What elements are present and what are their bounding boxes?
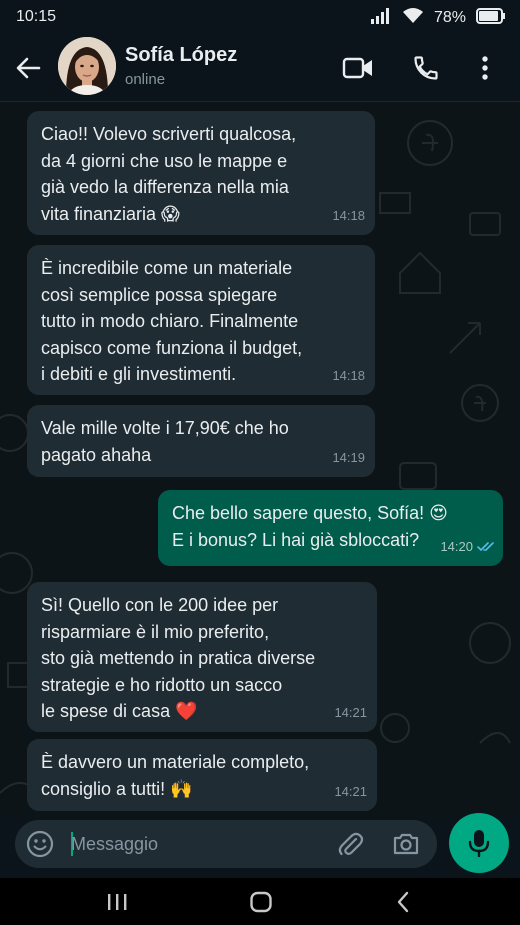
chevron-left-icon [397, 891, 409, 913]
recents-icon [108, 894, 127, 910]
message-bubble-outgoing[interactable]: Che bello sapere questo, Sofía! 😍 E i bo… [158, 490, 503, 566]
microphone-icon [468, 830, 490, 857]
recent-apps-button[interactable] [102, 888, 132, 916]
message-bubble-incoming[interactable]: È incredibile come un materiale così sem… [27, 245, 375, 395]
message-bubble-incoming[interactable]: Vale mille volte i 17,90€ che ho pagato … [27, 405, 375, 477]
message-composer [15, 820, 437, 868]
message-text: È davvero un materiale completo, consigl… [41, 752, 310, 799]
contact-status: online [125, 71, 166, 88]
message-time: 14:21 [334, 704, 367, 720]
message-bubble-incoming[interactable]: È davvero un materiale completo, consigl… [27, 739, 377, 811]
voice-message-button[interactable] [449, 813, 509, 873]
status-indicators: 78% [370, 7, 506, 29]
message-text: È incredibile come un materiale così sem… [41, 258, 303, 384]
message-time: 14:20 [440, 538, 473, 554]
message-time: 14:18 [332, 367, 365, 383]
paperclip-icon [338, 832, 364, 856]
emoji-button[interactable] [25, 829, 55, 859]
more-options-button[interactable] [467, 50, 503, 86]
video-call-button[interactable] [340, 50, 376, 86]
camera-button[interactable] [391, 829, 421, 859]
system-navigation-bar [0, 878, 520, 925]
kebab-menu-icon [482, 56, 488, 80]
back-button[interactable] [12, 52, 44, 84]
attach-button[interactable] [335, 829, 365, 859]
phone-icon [414, 56, 438, 80]
voice-call-button[interactable] [408, 50, 444, 86]
status-time: 10:15 [16, 8, 57, 25]
chat-header: Sofía López online [0, 34, 520, 102]
battery-percent: 78% [433, 9, 466, 26]
wifi-icon [402, 7, 424, 29]
message-time: 14:18 [332, 207, 365, 223]
home-icon [250, 891, 272, 913]
battery-icon [476, 7, 506, 29]
status-bar: 10:15 78% [0, 0, 520, 34]
camera-icon [393, 833, 419, 855]
chat-area[interactable]: Ciao!! Volevo scriverti qualcosa, da 4 g… [0, 103, 520, 818]
message-text: Sì! Quello con le 200 idee per risparmia… [41, 595, 316, 721]
signal-icon [370, 7, 392, 29]
smiley-icon [26, 830, 54, 858]
message-time: 14:19 [332, 449, 365, 465]
contact-name[interactable]: Sofía López [125, 44, 237, 67]
message-time: 14:21 [334, 783, 367, 799]
message-text: Ciao!! Volevo scriverti qualcosa, da 4 g… [41, 124, 297, 224]
message-input[interactable] [71, 828, 321, 860]
arrow-left-icon [16, 57, 41, 79]
message-bubble-incoming[interactable]: Sì! Quello con le 200 idee per risparmia… [27, 582, 377, 732]
avatar[interactable] [58, 37, 116, 95]
message-text: Vale mille volte i 17,90€ che ho pagato … [41, 418, 289, 465]
system-back-button[interactable] [388, 888, 418, 916]
home-button[interactable] [246, 888, 276, 916]
message-bubble-incoming[interactable]: Ciao!! Volevo scriverti qualcosa, da 4 g… [27, 111, 375, 235]
read-receipt-icon [477, 533, 495, 560]
video-camera-icon [342, 57, 372, 79]
